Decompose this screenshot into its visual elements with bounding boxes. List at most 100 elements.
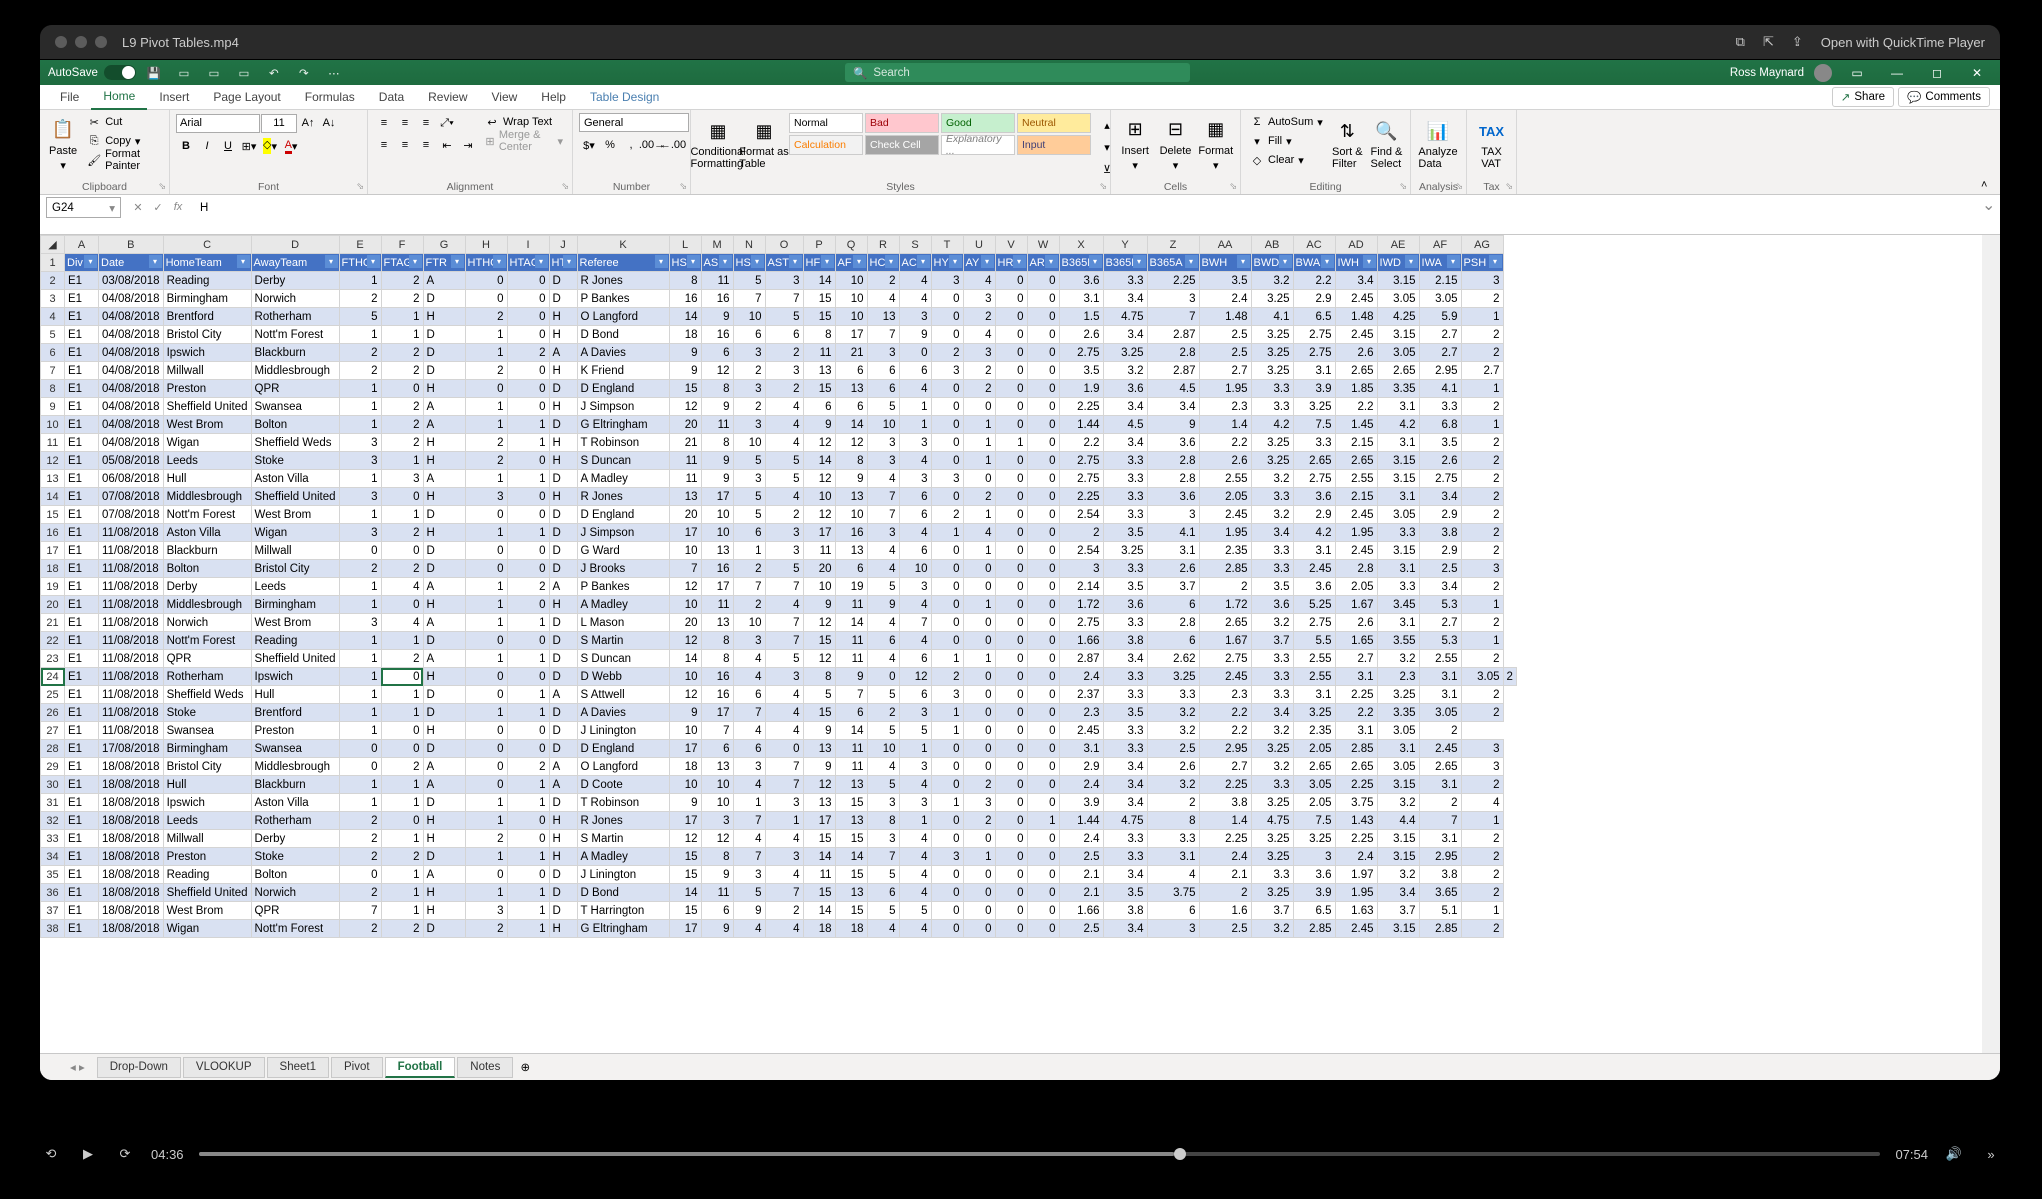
cell[interactable]: H: [549, 362, 577, 380]
cell[interactable]: 10: [701, 794, 733, 812]
dec-decimal[interactable]: ←.00: [663, 135, 683, 155]
cell[interactable]: 3: [733, 380, 765, 398]
filter-icon[interactable]: ▾: [687, 255, 700, 268]
cell[interactable]: 2.85: [1335, 740, 1377, 758]
cell[interactable]: 2: [381, 272, 423, 290]
cell[interactable]: 12: [803, 506, 835, 524]
cell[interactable]: D: [549, 884, 577, 902]
cell[interactable]: 3.25: [1293, 398, 1335, 416]
cell[interactable]: 2: [1419, 794, 1461, 812]
col-header[interactable]: B: [99, 236, 164, 254]
cell[interactable]: 12: [803, 614, 835, 632]
cell[interactable]: 5.1: [1419, 902, 1461, 920]
cell[interactable]: 2: [381, 758, 423, 776]
cell[interactable]: 3.65: [1419, 884, 1461, 902]
cell[interactable]: 3: [339, 452, 381, 470]
cell[interactable]: E1: [65, 884, 99, 902]
cell[interactable]: 6: [867, 380, 899, 398]
cell[interactable]: 1.95: [1199, 380, 1251, 398]
cell[interactable]: 0: [963, 470, 995, 488]
cell[interactable]: 5: [899, 722, 931, 740]
cell[interactable]: 1: [465, 704, 507, 722]
cell[interactable]: 1: [507, 884, 549, 902]
cell[interactable]: D Bond: [577, 326, 669, 344]
align-mid[interactable]: ≡: [395, 113, 415, 133]
cell[interactable]: 2.7: [1199, 758, 1251, 776]
row-header[interactable]: 21: [41, 614, 65, 632]
cell[interactable]: A Madley: [577, 596, 669, 614]
cell[interactable]: 15: [803, 704, 835, 722]
cell[interactable]: 0: [465, 866, 507, 884]
cell[interactable]: 9: [835, 470, 867, 488]
cell[interactable]: 6: [835, 560, 867, 578]
cell[interactable]: D: [423, 506, 465, 524]
cell[interactable]: 5: [867, 578, 899, 596]
cell[interactable]: 3.1: [1293, 542, 1335, 560]
cell[interactable]: Nott'm Forest: [163, 506, 251, 524]
cell[interactable]: 2: [381, 560, 423, 578]
cell[interactable]: Reading: [163, 272, 251, 290]
cell[interactable]: 3.1: [1419, 776, 1461, 794]
cell[interactable]: 2.25: [1199, 776, 1251, 794]
cell[interactable]: 0: [963, 398, 995, 416]
percent-button[interactable]: %: [600, 135, 620, 155]
cell[interactable]: D: [549, 614, 577, 632]
play-icon[interactable]: ▶: [77, 1143, 99, 1165]
cell[interactable]: West Brom: [163, 416, 251, 434]
filter-icon[interactable]: ▾: [655, 255, 668, 268]
cell[interactable]: Sheffield United: [163, 398, 251, 416]
cell[interactable]: 0: [995, 920, 1027, 938]
cell[interactable]: 2.4: [1059, 668, 1103, 686]
cell[interactable]: 3.6: [1293, 488, 1335, 506]
cell[interactable]: 3.75: [1335, 794, 1377, 812]
cell[interactable]: 1: [1461, 812, 1503, 830]
cell[interactable]: 1: [963, 416, 995, 434]
cell[interactable]: 2.5: [1419, 560, 1461, 578]
cell[interactable]: 4: [899, 776, 931, 794]
cell[interactable]: 3.25: [1251, 344, 1293, 362]
cell[interactable]: 3.3: [1103, 686, 1147, 704]
cell[interactable]: 7: [765, 578, 803, 596]
cell[interactable]: 10: [669, 596, 701, 614]
cell[interactable]: 2: [1461, 776, 1503, 794]
cell[interactable]: H: [549, 398, 577, 416]
cell[interactable]: 21: [835, 344, 867, 362]
table-header[interactable]: HS▾: [669, 254, 701, 272]
cell[interactable]: 4: [733, 722, 765, 740]
cell[interactable]: 2.65: [1335, 362, 1377, 380]
cell[interactable]: 0: [507, 272, 549, 290]
cell[interactable]: 2.14: [1059, 578, 1103, 596]
cell[interactable]: 3.15: [1377, 326, 1419, 344]
cell[interactable]: 0: [995, 632, 1027, 650]
cell[interactable]: Birmingham: [251, 596, 339, 614]
cell[interactable]: 7: [339, 902, 381, 920]
cell[interactable]: H: [423, 812, 465, 830]
cell[interactable]: 6: [701, 740, 733, 758]
cell[interactable]: 1.48: [1199, 308, 1251, 326]
cell[interactable]: 0: [339, 740, 381, 758]
cell[interactable]: 2: [1461, 578, 1503, 596]
cell[interactable]: S Martin: [577, 632, 669, 650]
cell[interactable]: Aston Villa: [163, 524, 251, 542]
row-header[interactable]: 34: [41, 848, 65, 866]
cell[interactable]: 2: [765, 344, 803, 362]
filter-icon[interactable]: ▾: [1237, 255, 1250, 268]
cell[interactable]: 2.8: [1147, 452, 1199, 470]
cell[interactable]: 11/08/2018: [99, 614, 164, 632]
cell[interactable]: 0: [507, 380, 549, 398]
cell[interactable]: 3.4: [1103, 758, 1147, 776]
filter-icon[interactable]: ▾: [1405, 255, 1418, 268]
cell[interactable]: 0: [995, 776, 1027, 794]
cell[interactable]: 0: [465, 686, 507, 704]
cell[interactable]: 1: [963, 506, 995, 524]
cell[interactable]: 3.5: [1103, 524, 1147, 542]
cell[interactable]: 1: [733, 794, 765, 812]
cell[interactable]: 2.7: [1199, 362, 1251, 380]
cell[interactable]: 18/08/2018: [99, 830, 164, 848]
cell[interactable]: 1: [465, 614, 507, 632]
cell[interactable]: 5.3: [1419, 632, 1461, 650]
cell[interactable]: 3: [765, 272, 803, 290]
cell[interactable]: 3.25: [1103, 344, 1147, 362]
cell[interactable]: H: [423, 668, 465, 686]
cell[interactable]: 3.6: [1147, 488, 1199, 506]
